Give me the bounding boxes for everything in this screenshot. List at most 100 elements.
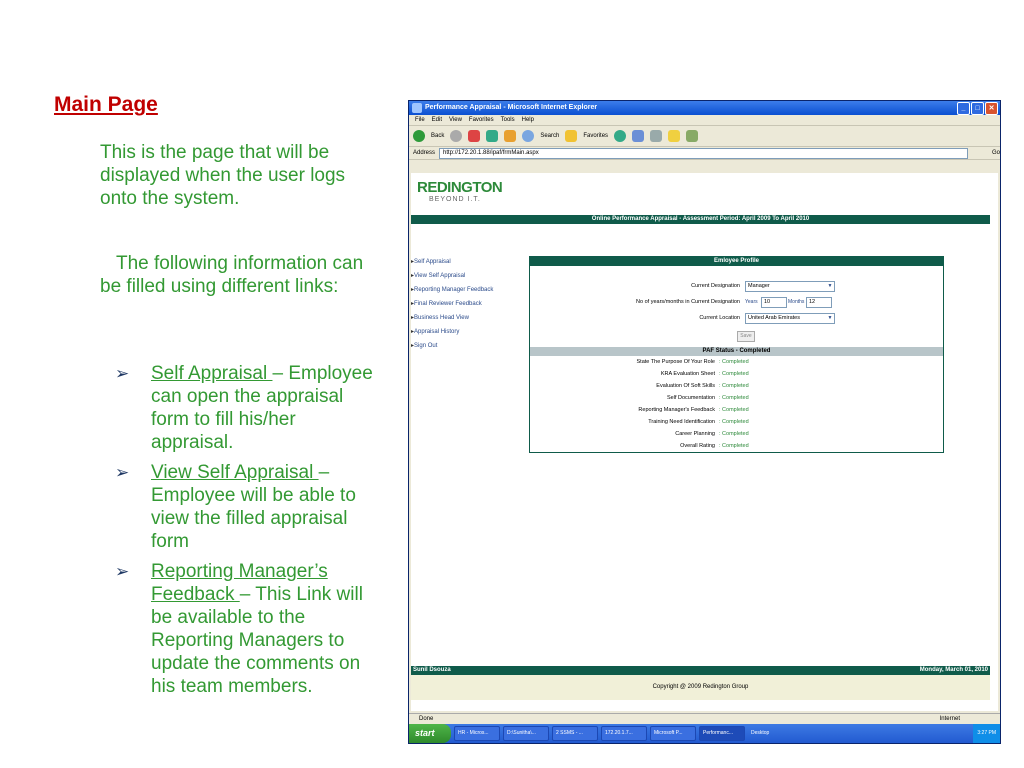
- forward-arrow-icon[interactable]: [450, 130, 463, 142]
- paf-item-value: : Completed: [719, 383, 749, 389]
- arrow-bullet-icon: ➢: [115, 364, 130, 383]
- stop-icon[interactable]: [468, 130, 481, 142]
- save-button[interactable]: Save: [737, 331, 755, 342]
- view-self-appraisal-link[interactable]: View Self Appraisal: [151, 462, 319, 483]
- history-icon[interactable]: [614, 130, 627, 142]
- nav-self-appraisal[interactable]: Self Appraisal: [411, 255, 493, 269]
- menu-file[interactable]: File: [415, 115, 425, 125]
- assessment-banner: Online Performance Appraisal - Assessmen…: [411, 215, 990, 224]
- paf-status-header: PAF Status - Completed: [530, 347, 943, 356]
- bullet-reporting-manager: ➢ Reporting Manager’s Feedback – This Lin…: [115, 560, 380, 698]
- side-nav: Self Appraisal View Self Appraisal Repor…: [411, 255, 493, 353]
- paf-item-label: KRA Evaluation Sheet: [660, 371, 715, 377]
- status-done: Done: [419, 716, 434, 722]
- menu-bar: File Edit View Favorites Tools Help: [409, 115, 1000, 126]
- taskbar-item[interactable]: D:\Sunitha\...: [503, 726, 549, 741]
- nav-business-head-view[interactable]: Business Head View: [411, 311, 493, 325]
- status-zone: Internet: [939, 716, 960, 722]
- footer-date: Monday, March 01, 2010: [919, 667, 988, 673]
- arrow-bullet-icon: ➢: [115, 562, 130, 581]
- menu-help[interactable]: Help: [522, 115, 534, 125]
- slide-title: Main Page: [54, 93, 158, 116]
- back-button[interactable]: Back: [431, 133, 444, 139]
- years-word: Years: [745, 299, 758, 305]
- intro-text: This is the page that will be displayed …: [100, 142, 346, 209]
- designation-select[interactable]: Manager ▼: [745, 281, 835, 292]
- nav-reporting-manager-feedback[interactable]: Reporting Manager Feedback: [411, 283, 493, 297]
- copyright: Copyright @ 2009 Redington Group: [411, 675, 990, 700]
- paf-item-value: : Completed: [719, 359, 749, 365]
- close-icon[interactable]: ✕: [985, 102, 998, 115]
- location-label: Current Location: [699, 315, 740, 321]
- intro2-text: The following information can be filled …: [100, 252, 385, 298]
- folder-icon[interactable]: [668, 130, 681, 142]
- maximize-icon[interactable]: □: [971, 102, 984, 115]
- menu-favorites[interactable]: Favorites: [469, 115, 494, 125]
- redington-logo: REDINGTON BEYOND I.T.: [417, 179, 503, 203]
- favorites-star-icon[interactable]: [565, 130, 578, 142]
- years-input[interactable]: 10: [761, 297, 787, 308]
- go-button[interactable]: Go: [992, 150, 1000, 156]
- back-arrow-icon[interactable]: [413, 130, 425, 142]
- self-appraisal-link[interactable]: Self Appraisal: [151, 363, 272, 384]
- nav-view-self-appraisal[interactable]: View Self Appraisal: [411, 269, 493, 283]
- windows-taskbar: start HR - Micros... D:\Sunitha\... 2 SS…: [409, 724, 1000, 743]
- taskbar-item[interactable]: 172.20.1.7...: [601, 726, 647, 741]
- home-icon[interactable]: [504, 130, 517, 142]
- months-word: Months: [788, 299, 805, 305]
- search-icon[interactable]: [522, 130, 535, 142]
- taskbar-item[interactable]: 2 SSMS - ...: [552, 726, 598, 741]
- browser-title: Performance Appraisal - Microsoft Intern…: [425, 104, 598, 111]
- footer-bar: Sunil Dsouza Monday, March 01, 2010: [411, 666, 990, 675]
- paf-item-value: : Completed: [719, 443, 749, 449]
- location-value: United Arab Emirates: [748, 315, 800, 321]
- months-input[interactable]: 12: [806, 297, 832, 308]
- taskbar-item-active[interactable]: Performanc...: [699, 726, 745, 741]
- chevron-down-icon: ▼: [827, 315, 833, 321]
- bullet-list: ➢ Self Appraisal – Employee can open the …: [115, 362, 380, 705]
- logo-brand: REDINGTON: [417, 179, 503, 196]
- paf-item-label: Self Documentation: [667, 395, 715, 401]
- menu-tools[interactable]: Tools: [501, 115, 515, 125]
- page-content: REDINGTON BEYOND I.T. Online Performance…: [411, 173, 998, 711]
- paf-item-label: State The Purpose Of Your Role: [636, 359, 715, 365]
- intro2-content: The following information can be filled …: [100, 253, 364, 297]
- minimize-icon[interactable]: _: [957, 102, 970, 115]
- chevron-down-icon: ▼: [827, 283, 833, 289]
- nav-final-reviewer-feedback[interactable]: Final Reviewer Feedback: [411, 297, 493, 311]
- menu-edit[interactable]: Edit: [432, 115, 442, 125]
- refresh-icon[interactable]: [486, 130, 499, 142]
- menu-view[interactable]: View: [449, 115, 462, 125]
- paf-item-label: Reporting Manager's Feedback: [638, 407, 715, 413]
- arrow-bullet-icon: ➢: [115, 463, 130, 482]
- mail-icon[interactable]: [632, 130, 645, 142]
- desktop-toolbar[interactable]: Desktop: [748, 727, 780, 740]
- logo-tagline: BEYOND I.T.: [429, 196, 481, 203]
- footer-user: Sunil Dsouza: [413, 667, 451, 673]
- favorites-button[interactable]: Favorites: [583, 133, 608, 139]
- window-controls: _ □ ✕: [957, 102, 998, 115]
- browser-window: Performance Appraisal - Microsoft Intern…: [408, 100, 1001, 744]
- start-button[interactable]: start: [409, 724, 451, 743]
- print-icon[interactable]: [650, 130, 663, 142]
- designation-label: Current Designation: [691, 283, 740, 289]
- paf-item-value: : Completed: [719, 395, 749, 401]
- bullet-self-appraisal: ➢ Self Appraisal – Employee can open the …: [115, 362, 380, 454]
- taskbar-item[interactable]: HR - Micros...: [454, 726, 500, 741]
- paf-item-label: Overall Rating: [680, 443, 715, 449]
- address-input[interactable]: http://172.20.1.88/ipaf/frmMain.aspx: [439, 147, 968, 159]
- bullet-view-self-appraisal: ➢ View Self Appraisal – Employee will be …: [115, 461, 380, 553]
- taskbar-item[interactable]: Microsoft P...: [650, 726, 696, 741]
- employee-profile-panel: Emloyee Profile Current Designation Mana…: [529, 256, 944, 453]
- nav-sign-out[interactable]: Sign Out: [411, 339, 493, 353]
- nav-appraisal-history[interactable]: Appraisal History: [411, 325, 493, 339]
- clock: 3:27 PM: [977, 730, 996, 736]
- search-button[interactable]: Search: [540, 133, 559, 139]
- system-tray: 3:27 PM: [973, 724, 1000, 743]
- paf-item-value: : Completed: [719, 431, 749, 437]
- location-select[interactable]: United Arab Emirates ▼: [745, 313, 835, 324]
- messenger-icon[interactable]: [686, 130, 699, 142]
- address-bar: Address http://172.20.1.88/ipaf/frmMain.…: [409, 147, 1000, 160]
- ie-icon: [412, 103, 422, 113]
- address-label: Address: [413, 150, 436, 156]
